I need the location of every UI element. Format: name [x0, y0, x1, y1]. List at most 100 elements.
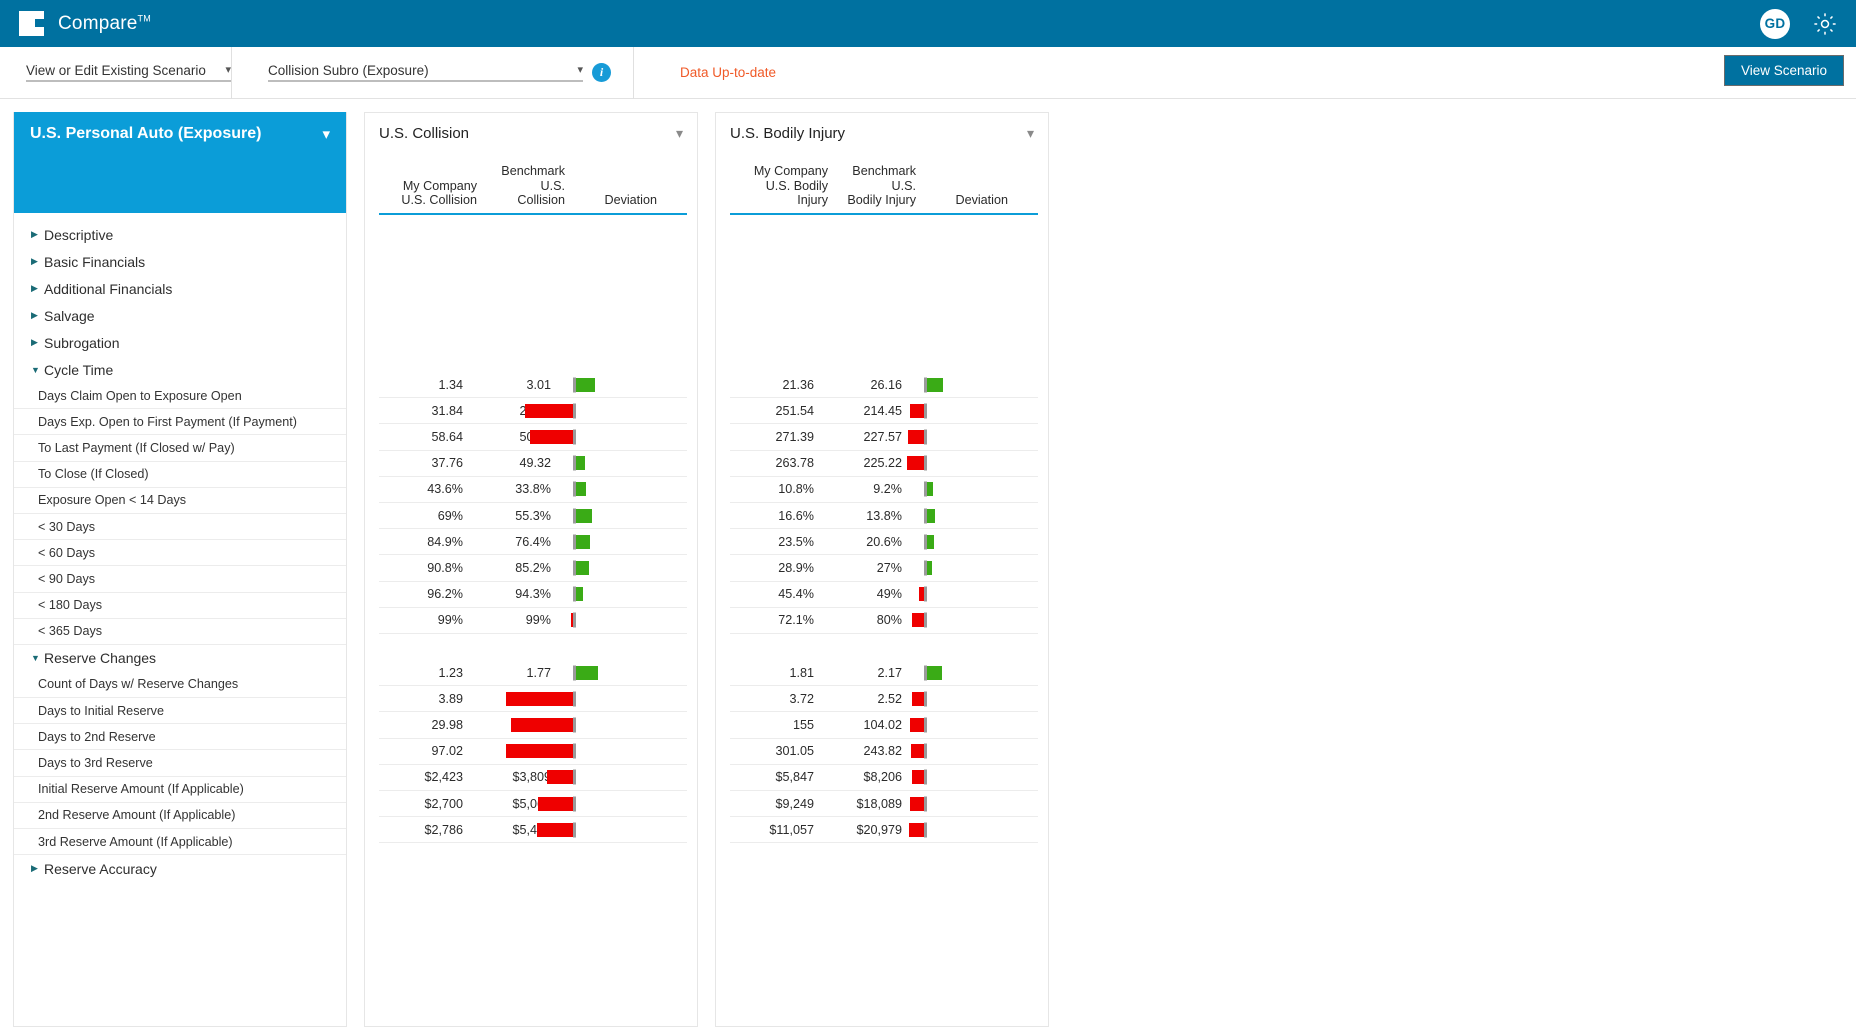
- deviation-bar: [576, 509, 592, 523]
- cell-benchmark: 227.57: [814, 430, 902, 444]
- cell-deviation: [902, 686, 994, 712]
- avatar[interactable]: GD: [1760, 9, 1790, 39]
- scenario-name-value: Collision Subro (Exposure): [268, 63, 567, 78]
- table-row: 21.3626.16: [730, 372, 1038, 398]
- sidebar-item-label: < 30 Days: [38, 520, 95, 534]
- sidebar-item[interactable]: < 30 Days: [14, 514, 346, 540]
- deviation-axis-tick: [573, 744, 576, 759]
- cell-deviation: [902, 764, 994, 790]
- deviation-bar: [511, 718, 573, 732]
- scenario-toolbar: View or Edit Existing Scenario ▾ Collisi…: [0, 47, 1856, 99]
- sidebar-item-label: To Close (If Closed): [38, 467, 149, 481]
- sidebar-group-basic-financials[interactable]: ▶Basic Financials: [14, 248, 346, 275]
- table-row: 97.0243.41: [379, 739, 687, 765]
- comparison-panel: U.S. Bodily Injury▾My Company U.S. Bodil…: [715, 112, 1049, 1027]
- table-row: $5,847$8,206: [730, 765, 1038, 791]
- cell-benchmark: 76.4%: [463, 535, 551, 549]
- cell-deviation: [551, 555, 643, 581]
- sidebar-group-label: Reserve Accuracy: [44, 861, 157, 877]
- chevron-down-icon[interactable]: ▾: [1027, 125, 1034, 142]
- cell-deviation: [551, 502, 643, 528]
- sidebar-reserve-changes-items: Count of Days w/ Reserve Changes Days to …: [14, 672, 346, 855]
- chevron-down-icon[interactable]: ▾: [676, 125, 683, 142]
- gear-icon[interactable]: [1812, 11, 1838, 37]
- sidebar-group-reserve-accuracy[interactable]: ▶ Reserve Accuracy: [14, 855, 346, 882]
- cell-benchmark: 27%: [814, 561, 902, 575]
- sidebar-collapsed-groups: ▶Descriptive▶Basic Financials▶Additional…: [14, 221, 346, 356]
- sidebar-group-additional-financials[interactable]: ▶Additional Financials: [14, 275, 346, 302]
- panel-header: U.S. Bodily Injury▾: [716, 113, 1048, 155]
- deviation-bar: [506, 744, 573, 758]
- sidebar-item[interactable]: Count of Days w/ Reserve Changes: [14, 672, 346, 698]
- sidebar-item[interactable]: Days Exp. Open to First Payment (If Paym…: [14, 409, 346, 435]
- cell-my-company: 1.34: [379, 378, 463, 392]
- cell-deviation: [551, 712, 643, 738]
- sidebar-group-descriptive[interactable]: ▶Descriptive: [14, 221, 346, 248]
- sidebar-item[interactable]: < 365 Days: [14, 619, 346, 645]
- view-scenario-button[interactable]: View Scenario: [1724, 55, 1844, 86]
- chevron-right-icon: ▶: [31, 229, 44, 240]
- cell-my-company: 16.6%: [730, 509, 814, 523]
- sidebar-item[interactable]: To Last Payment (If Closed w/ Pay): [14, 435, 346, 461]
- sidebar-item-label: Days to 3rd Reserve: [38, 756, 153, 770]
- cell-my-company: 155: [730, 718, 814, 732]
- deviation-axis-tick: [924, 534, 927, 549]
- sidebar-group-cycle-time[interactable]: ▼ Cycle Time: [14, 356, 346, 383]
- cell-my-company: 28.9%: [730, 561, 814, 575]
- cell-my-company: 97.02: [379, 744, 463, 758]
- column-header-row: My Company U.S. CollisionBenchmark U.S. …: [379, 159, 687, 215]
- cell-deviation: [551, 817, 643, 843]
- sidebar-item[interactable]: Days to 3rd Reserve: [14, 750, 346, 776]
- deviation-bar: [525, 404, 573, 418]
- table-row: 23.5%20.6%: [730, 529, 1038, 555]
- sidebar-group-reserve-changes[interactable]: ▼ Reserve Changes: [14, 645, 346, 672]
- sidebar-item-label: Count of Days w/ Reserve Changes: [38, 677, 238, 691]
- cell-deviation: [902, 817, 994, 843]
- cell-my-company: 271.39: [730, 430, 814, 444]
- sidebar-item[interactable]: To Close (If Closed): [14, 462, 346, 488]
- scenario-mode-select[interactable]: View or Edit Existing Scenario ▾: [26, 63, 231, 82]
- sidebar-item[interactable]: 2nd Reserve Amount (If Applicable): [14, 803, 346, 829]
- deviation-bar: [912, 692, 924, 706]
- sidebar-item[interactable]: Initial Reserve Amount (If Applicable): [14, 777, 346, 803]
- app-title-text: Compare: [58, 13, 138, 34]
- toolbar-divider-2: [633, 47, 634, 99]
- cell-benchmark: 80%: [814, 613, 902, 627]
- cell-my-company: 23.5%: [730, 535, 814, 549]
- sidebar-item[interactable]: 3rd Reserve Amount (If Applicable): [14, 829, 346, 855]
- sidebar-item[interactable]: < 90 Days: [14, 566, 346, 592]
- deviation-bar: [576, 535, 590, 549]
- column-header-my-company: My Company U.S. Collision: [393, 179, 477, 208]
- sidebar-item-label: < 180 Days: [38, 598, 102, 612]
- cell-my-company: 29.98: [379, 718, 463, 732]
- table-row: 251.54214.45: [730, 398, 1038, 424]
- cell-my-company: $11,057: [730, 823, 814, 837]
- sidebar-item[interactable]: < 180 Days: [14, 593, 346, 619]
- cell-benchmark: $8,206: [814, 770, 902, 784]
- panel-header: U.S. Collision▾: [365, 113, 697, 155]
- sidebar-item[interactable]: Days to 2nd Reserve: [14, 724, 346, 750]
- sidebar-item[interactable]: < 60 Days: [14, 540, 346, 566]
- deviation-axis-tick: [573, 796, 576, 811]
- cell-deviation: [902, 607, 994, 633]
- cell-benchmark: 33.8%: [463, 482, 551, 496]
- chevron-right-icon: ▶: [31, 310, 44, 321]
- scenario-name-select[interactable]: Collision Subro (Exposure) ▾: [268, 63, 583, 82]
- cell-my-company: 84.9%: [379, 535, 463, 549]
- chevron-down-icon[interactable]: ▾: [322, 125, 330, 143]
- cell-benchmark: $3,809: [463, 770, 551, 784]
- column-header-benchmark: Benchmark U.S. Collision: [477, 164, 565, 208]
- cell-my-company: 58.64: [379, 430, 463, 444]
- sidebar-item[interactable]: Days to Initial Reserve: [14, 698, 346, 724]
- info-icon[interactable]: i: [592, 63, 611, 82]
- chevron-right-icon: ▶: [31, 256, 44, 267]
- sidebar-group-salvage[interactable]: ▶Salvage: [14, 302, 346, 329]
- deviation-bar: [538, 797, 573, 811]
- sidebar-item[interactable]: Exposure Open < 14 Days: [14, 488, 346, 514]
- sidebar-group-subrogation[interactable]: ▶Subrogation: [14, 329, 346, 356]
- cell-deviation: [551, 660, 643, 686]
- cell-benchmark: $20,979: [814, 823, 902, 837]
- cell-my-company: 99%: [379, 613, 463, 627]
- sidebar-header[interactable]: U.S. Personal Auto (Exposure) ▾: [14, 112, 346, 213]
- sidebar-item[interactable]: Days Claim Open to Exposure Open: [14, 383, 346, 409]
